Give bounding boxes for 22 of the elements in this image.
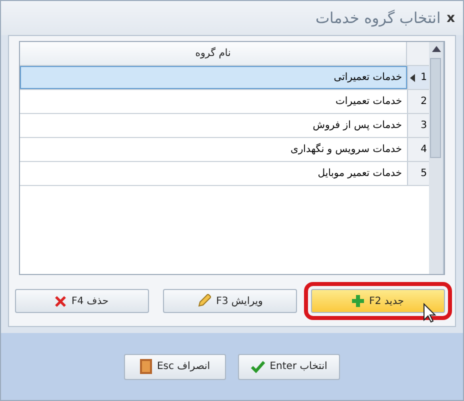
scroll-up-icon[interactable]	[432, 46, 440, 52]
scroll-thumb[interactable]	[430, 58, 441, 158]
door-icon	[140, 359, 152, 374]
cancel-button[interactable]: انصراف Esc	[124, 354, 226, 380]
scrollbar[interactable]	[429, 42, 444, 274]
row-number: 1	[407, 66, 429, 89]
pencil-icon	[197, 294, 212, 308]
row-number: 4	[407, 138, 429, 161]
table-cell[interactable]: خدمات تعمیراتی	[20, 66, 407, 89]
column-header[interactable]: نام گروه	[20, 42, 406, 65]
row-number: 5	[407, 162, 429, 185]
row-number: 2	[407, 90, 429, 113]
mouse-cursor-icon	[423, 303, 437, 323]
checkmark-icon	[250, 360, 265, 372]
row-number: 3	[407, 114, 429, 137]
select-button[interactable]: انتخاب Enter	[238, 354, 340, 380]
plus-icon	[352, 295, 364, 307]
close-button[interactable]: x	[446, 10, 455, 26]
edit-button[interactable]: ویرایش F3	[163, 289, 297, 313]
delete-button[interactable]: حذف F4	[15, 289, 149, 313]
close-icon	[55, 296, 66, 306]
window-title: انتخاب گروه خدمات	[315, 9, 441, 27]
